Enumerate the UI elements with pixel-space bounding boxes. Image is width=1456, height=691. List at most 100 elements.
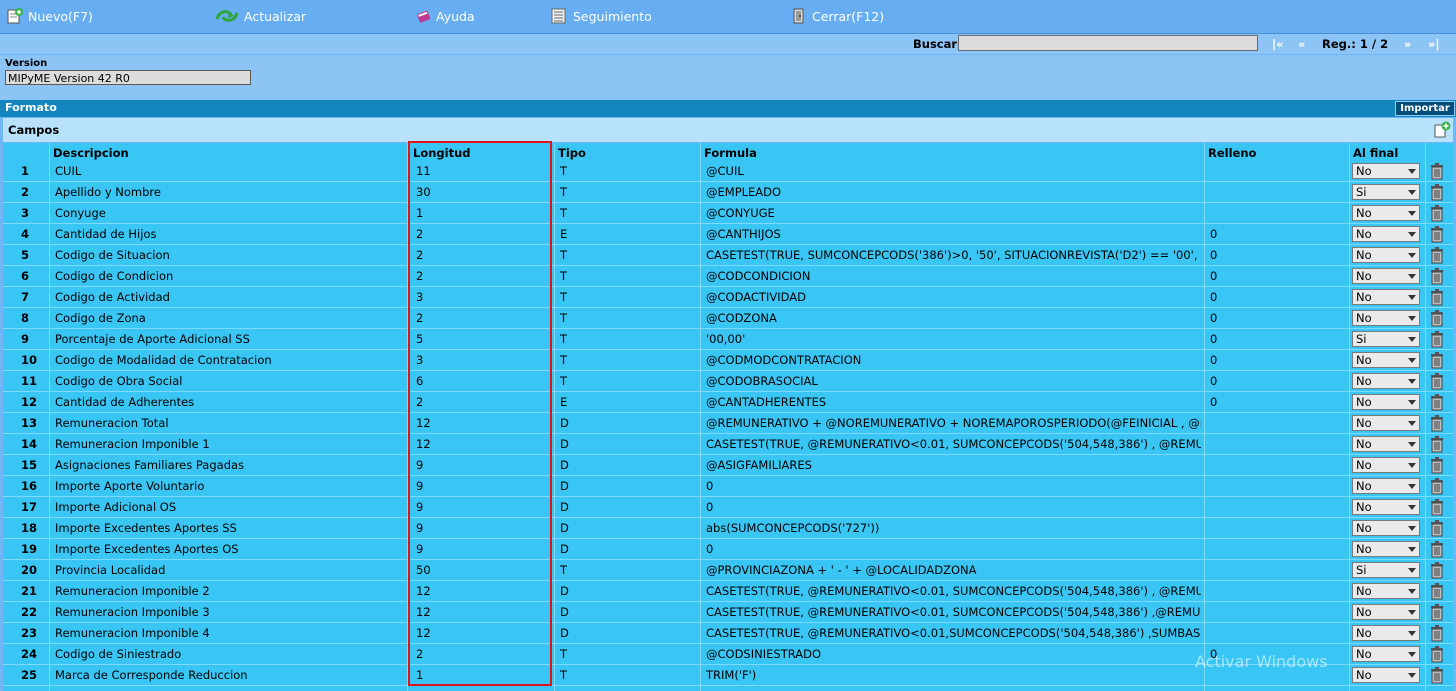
dropdown-arrow-icon [1408,295,1416,300]
actualizar-button[interactable]: Actualizar [214,6,306,26]
col-header-descripcion[interactable]: Descripcion [53,146,129,160]
delete-trash-icon[interactable] [1429,435,1445,453]
row-number: 17 [21,500,38,514]
al-final-select[interactable]: No [1352,436,1420,452]
table-row[interactable]: 19 Importe Excedentes Aportes OS 9 D 0 No [3,539,1453,560]
table-row[interactable]: 9 Porcentaje de Aporte Adicional SS 5 T '00,… [3,329,1453,350]
table-row[interactable]: 15 Asignaciones Familiares Pagadas 9 D @ASIG… [3,455,1453,476]
al-final-select[interactable]: No [1352,247,1420,263]
al-final-select[interactable]: Si [1352,562,1420,578]
table-row[interactable]: 16 Importe Aporte Voluntario 9 D 0 No [3,476,1453,497]
delete-trash-icon[interactable] [1429,645,1445,663]
add-field-icon[interactable] [1433,121,1451,139]
delete-trash-icon[interactable] [1429,561,1445,579]
delete-trash-icon[interactable] [1429,330,1445,348]
al-final-select[interactable]: No [1352,667,1420,683]
cell-relleno: 0 [1210,227,1218,241]
col-header-al-final[interactable]: Al final [1353,146,1398,160]
table-row[interactable]: 17 Importe Adicional OS 9 D 0 No [3,497,1453,518]
table-row[interactable]: 20 Provincia Localidad 50 T @PROVINCIAZONA +… [3,560,1453,581]
importar-button[interactable]: Importar [1395,101,1455,116]
al-final-select[interactable]: No [1352,352,1420,368]
delete-trash-icon[interactable] [1429,288,1445,306]
col-header-tipo[interactable]: Tipo [558,146,586,160]
table-row[interactable]: 14 Remuneracion Imponible 1 12 D CASETEST(TR… [3,434,1453,455]
al-final-select[interactable]: No [1352,646,1420,662]
al-final-select[interactable]: No [1352,457,1420,473]
table-row[interactable]: 5 Codigo de Situacion 2 T CASETEST(TRUE, SUM… [3,245,1453,266]
delete-trash-icon[interactable] [1429,603,1445,621]
cerrar-button[interactable]: Cerrar(F12) [790,6,884,26]
table-row[interactable]: 13 Remuneracion Total 12 D @REMUNERATIVO + @… [3,413,1453,434]
al-final-select[interactable]: No [1352,268,1420,284]
dropdown-arrow-icon [1408,211,1416,216]
delete-trash-icon[interactable] [1429,267,1445,285]
exit-door-icon [793,8,804,24]
delete-trash-icon[interactable] [1429,393,1445,411]
delete-trash-icon[interactable] [1429,519,1445,537]
al-final-select[interactable]: No [1352,205,1420,221]
al-final-select[interactable]: No [1352,163,1420,179]
col-header-relleno[interactable]: Relleno [1208,146,1256,160]
al-final-select[interactable]: No [1352,499,1420,515]
al-final-select[interactable]: No [1352,310,1420,326]
al-final-select[interactable]: No [1352,226,1420,242]
delete-trash-icon[interactable] [1429,309,1445,327]
table-row[interactable]: 23 Remuneracion Imponible 4 12 D CASETEST(TR… [3,623,1453,644]
delete-trash-icon[interactable] [1429,351,1445,369]
table-row[interactable]: 1 CUIL 11 T @CUIL No [3,161,1453,182]
delete-trash-icon[interactable] [1429,582,1445,600]
first-page-button[interactable]: |« [1272,37,1284,51]
delete-trash-icon[interactable] [1429,624,1445,642]
delete-trash-icon[interactable] [1429,162,1445,180]
delete-trash-icon[interactable] [1429,666,1445,684]
ayuda-button[interactable]: Ayuda [416,6,475,26]
delete-trash-icon[interactable] [1429,372,1445,390]
table-row[interactable]: 8 Codigo de Zona 2 T @CODZONA 0 No [3,308,1453,329]
table-row[interactable]: 2 Apellido y Nombre 30 T @EMPLEADO Si [3,182,1453,203]
table-row[interactable]: 6 Codigo de Condicion 2 T @CODCONDICION 0 No [3,266,1453,287]
al-final-select[interactable]: No [1352,394,1420,410]
delete-trash-icon[interactable] [1429,414,1445,432]
al-final-select[interactable]: Si [1352,331,1420,347]
delete-trash-icon[interactable] [1429,540,1445,558]
version-field[interactable]: MIPyME Version 42 R0 [5,70,251,85]
prev-page-button[interactable]: « [1298,37,1305,51]
al-final-select[interactable]: No [1352,625,1420,641]
delete-trash-icon[interactable] [1429,225,1445,243]
delete-trash-icon[interactable] [1429,204,1445,222]
table-row[interactable]: 21 Remuneracion Imponible 2 12 D CASETEST(T… [3,581,1453,602]
al-final-select[interactable]: No [1352,604,1420,620]
row-number: 10 [21,353,38,367]
table-row[interactable]: 4 Cantidad de Hijos 2 E @CANTHIJOS 0 No [3,224,1453,245]
delete-trash-icon[interactable] [1429,456,1445,474]
delete-trash-icon[interactable] [1429,183,1445,201]
next-page-button[interactable]: » [1404,37,1411,51]
nuevo-button[interactable]: Nuevo(F7) [6,6,93,26]
cell-formula: @CONYUGE [706,206,775,220]
cell-formula: CASETEST(TRUE, SUMCONCEPCODS('386')>0, '… [706,248,1201,262]
al-final-select[interactable]: No [1352,583,1420,599]
table-row[interactable]: 7 Codigo de Actividad 3 T @CODACTIVIDAD 0 No [3,287,1453,308]
table-row[interactable]: 18 Importe Excedentes Aportes SS 9 Dabs(SUM… [3,518,1453,539]
al-final-select[interactable]: No [1352,541,1420,557]
last-page-button[interactable]: »| [1428,37,1440,51]
table-row[interactable]: 22 Remuneracion Imponible 3 12 D CASETEST(TR… [3,602,1453,623]
al-final-select[interactable]: No [1352,415,1420,431]
al-final-select[interactable]: No [1352,478,1420,494]
delete-trash-icon[interactable] [1429,477,1445,495]
al-final-select[interactable]: No [1352,289,1420,305]
table-row[interactable]: 10 Codigo de Modalidad de Contratacion 3 T @… [3,350,1453,371]
seguimiento-button[interactable]: Seguimiento [549,6,652,26]
al-final-select[interactable]: No [1352,520,1420,536]
col-header-formula[interactable]: Formula [704,146,757,160]
search-input[interactable] [958,35,1258,51]
al-final-select[interactable]: No [1352,373,1420,389]
al-final-select[interactable]: Si [1352,184,1420,200]
delete-trash-icon[interactable] [1429,498,1445,516]
table-row[interactable]: 11 Codigo de Obra Social 6 T @CODOBRASOCIAL 0… [3,371,1453,392]
table-row[interactable]: 3 Conyuge 1 T @CONYUGE No [3,203,1453,224]
table-row[interactable]: 12 Cantidad de Adherentes 2 E @CANTADHERENTE… [3,392,1453,413]
delete-trash-icon[interactable] [1429,246,1445,264]
version-section: Version MIPyME Version 42 R0 [0,55,1456,100]
